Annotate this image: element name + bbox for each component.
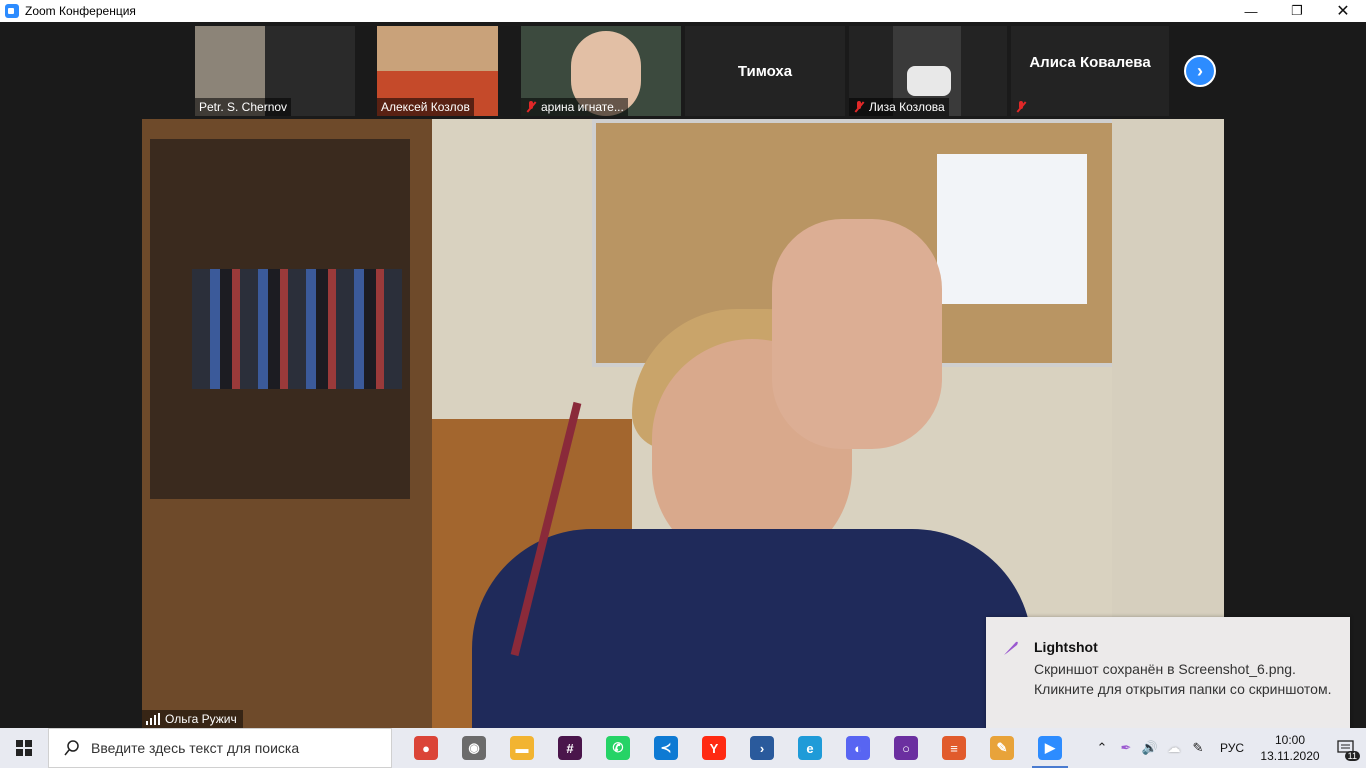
taskbar-app[interactable]: ✎ (978, 728, 1026, 768)
pinned-apps: ● ◉ ▬ # ✆ ≺ Y › e ◐ ○ ≡ ✎ ▶ (402, 728, 1074, 768)
pen-icon[interactable]: ✎ (1186, 728, 1210, 768)
participant-thumbnail[interactable]: Тимоха (685, 26, 845, 116)
participant-thumbnail[interactable]: Petr. S. Chernov (195, 26, 355, 116)
signal-strength-icon (146, 713, 160, 725)
muted-mic-icon (853, 101, 865, 113)
paint-icon: ✎ (990, 736, 1014, 760)
lightshot-tray-icon[interactable]: ✒ (1114, 728, 1138, 768)
clock[interactable]: 10:00 13.11.2020 (1254, 732, 1326, 764)
obs-icon: ○ (894, 736, 918, 760)
file-explorer-icon: ▬ (510, 736, 534, 760)
taskbar-search-box[interactable]: Введите здесь текст для поиска (48, 728, 392, 768)
participant-thumbnail[interactable]: Алиса Ковалева (1011, 26, 1169, 116)
close-button[interactable]: ✕ (1320, 0, 1366, 22)
participant-name: арина игнате... (541, 100, 624, 114)
zoom-app-icon (5, 4, 19, 18)
search-icon (64, 740, 79, 756)
document-app-icon: ≡ (942, 736, 966, 760)
participant-name: Алексей Козлов (381, 100, 470, 114)
next-page-button[interactable]: › (1184, 55, 1216, 87)
window-title: Zoom Конференция (25, 4, 136, 18)
notification-count-badge: 11 (1344, 751, 1360, 761)
chevron-up-icon[interactable]: ⌃ (1090, 728, 1114, 768)
vscode-icon: ≺ (654, 736, 678, 760)
taskbar-app[interactable]: Y (690, 728, 738, 768)
taskbar-app[interactable]: # (546, 728, 594, 768)
taskbar-app[interactable]: ≺ (642, 728, 690, 768)
lightshot-notification[interactable]: Lightshot Скриншот сохранён в Screenshot… (986, 617, 1350, 738)
notification-message: Скриншот сохранён в Screenshot_6.png. Кл… (1034, 661, 1332, 697)
windows-logo-icon (16, 740, 32, 756)
camera-app-icon: ◉ (462, 736, 486, 760)
discord-icon: ◐ (846, 736, 870, 760)
participant-name: Тимоха (737, 62, 793, 80)
slack-icon: # (558, 736, 582, 760)
title-bar: Zoom Конференция — ❐ ✕ (0, 0, 1366, 22)
muted-mic-icon (525, 101, 537, 113)
taskbar-app[interactable]: ● (402, 728, 450, 768)
taskbar-app[interactable]: ✆ (594, 728, 642, 768)
lightshot-feather-icon (1004, 641, 1018, 655)
onedrive-cloud-icon[interactable]: ☁ (1162, 728, 1186, 768)
whatsapp-icon: ✆ (606, 736, 630, 760)
clock-time: 10:00 (1274, 733, 1306, 747)
participant-name: Petr. S. Chernov (199, 100, 288, 114)
speaker-name: Ольга Ружич (165, 712, 237, 726)
minimize-button[interactable]: — (1228, 0, 1274, 22)
edge-icon: e (798, 736, 822, 760)
participant-name: Алиса Ковалева (1029, 53, 1151, 71)
system-tray: ⌃ ✒ 🔊 ☁ ✎ РУС 10:00 13.11.2020 11 (1090, 728, 1366, 768)
participant-thumbnail[interactable]: Алексей Козлов (377, 26, 498, 116)
start-button[interactable] (0, 728, 48, 768)
participant-name: Лиза Козлова (869, 100, 945, 114)
chrome-icon: ● (414, 736, 438, 760)
notification-title: Lightshot (1034, 639, 1098, 655)
meeting-stage: Petr. S. Chernov Алексей Козлов арина иг… (0, 22, 1366, 738)
zoom-icon: ▶ (1038, 736, 1062, 760)
taskbar-app[interactable]: › (738, 728, 786, 768)
powershell-icon: › (750, 736, 774, 760)
yandex-browser-icon: Y (702, 736, 726, 760)
chevron-right-icon: › (1197, 60, 1203, 81)
participant-thumbnail[interactable]: Лиза Козлова (849, 26, 1007, 116)
taskbar-app[interactable]: e (786, 728, 834, 768)
taskbar-app[interactable]: ≡ (930, 728, 978, 768)
search-placeholder: Введите здесь текст для поиска (91, 740, 300, 756)
taskbar-app[interactable]: ▬ (498, 728, 546, 768)
input-language[interactable]: РУС (1220, 741, 1244, 755)
maximize-button[interactable]: ❐ (1274, 0, 1320, 22)
taskbar-app[interactable]: ▶ (1026, 728, 1074, 768)
windows-taskbar: Введите здесь текст для поиска ● ◉ ▬ # ✆ ≺ Y › e… (0, 728, 1366, 768)
volume-icon[interactable]: 🔊 (1138, 728, 1162, 768)
taskbar-app[interactable]: ○ (882, 728, 930, 768)
action-center-button[interactable]: 11 (1326, 728, 1366, 768)
participant-thumbnail[interactable]: арина игнате... (521, 26, 681, 116)
clock-date: 13.11.2020 (1260, 749, 1320, 763)
taskbar-app[interactable]: ◐ (834, 728, 882, 768)
muted-mic-icon (1015, 101, 1027, 113)
taskbar-app[interactable]: ◉ (450, 728, 498, 768)
